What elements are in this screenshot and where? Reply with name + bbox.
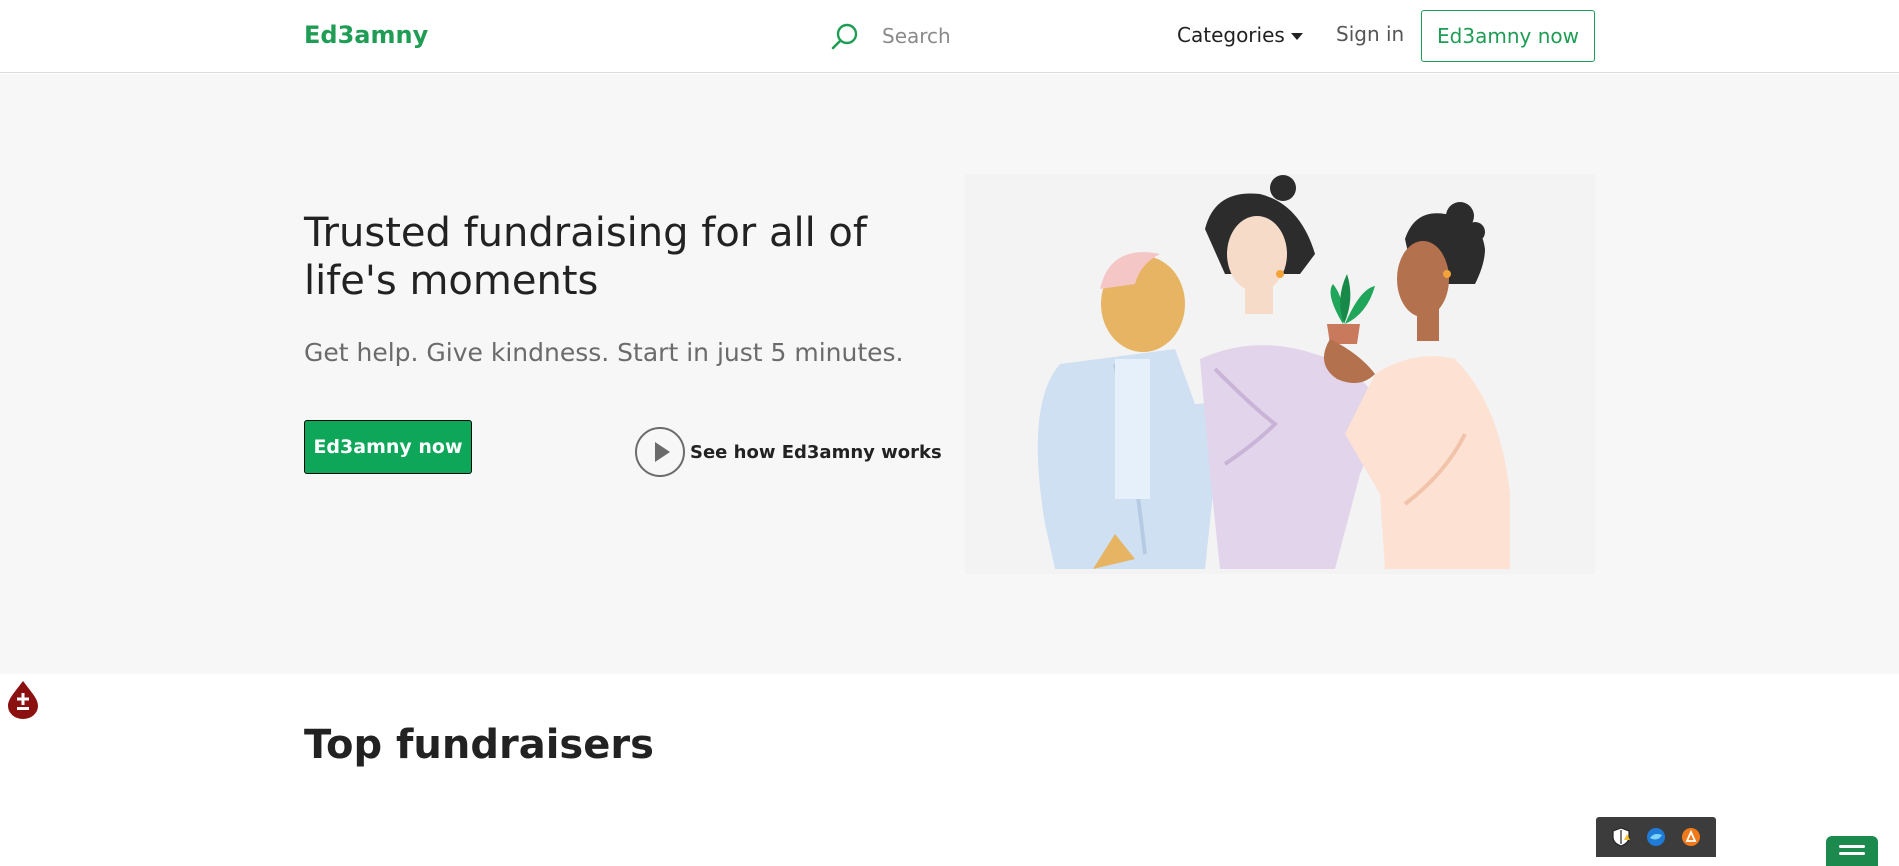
hero-subtitle: Get help. Give kindness. Start in just 5… xyxy=(304,338,904,367)
shield-icon[interactable] xyxy=(1610,826,1632,848)
hero-start-button[interactable]: Ed3amny now xyxy=(304,420,472,474)
extension-icon[interactable] xyxy=(1680,826,1702,848)
sign-in-link[interactable]: Sign in xyxy=(1336,22,1404,46)
nav-start-button[interactable]: Ed3amny now xyxy=(1421,10,1595,62)
extension-tray xyxy=(1596,817,1716,857)
plus-minus-icon[interactable] xyxy=(6,679,40,719)
chat-button[interactable] xyxy=(1826,836,1878,866)
categories-dropdown[interactable]: Categories xyxy=(1177,23,1303,47)
menu-icon xyxy=(1839,845,1865,848)
top-navbar: Ed3amny Categories Sign in Ed3amny now xyxy=(0,0,1899,73)
hero-section: Trusted fundraising for all of life's mo… xyxy=(0,74,1899,674)
play-icon xyxy=(635,427,685,477)
search-bar xyxy=(828,18,1128,54)
how-it-works-link[interactable]: See how Ed3amny works xyxy=(634,423,942,481)
how-it-works-label: See how Ed3amny works xyxy=(690,441,942,463)
search-icon[interactable] xyxy=(828,20,862,54)
brand-logo[interactable]: Ed3amny xyxy=(304,21,428,49)
top-fundraisers-title: Top fundraisers xyxy=(304,722,654,768)
categories-label: Categories xyxy=(1177,23,1285,47)
caret-down-icon xyxy=(1290,32,1303,40)
browser-icon[interactable] xyxy=(1645,826,1667,848)
hero-illustration xyxy=(965,174,1595,574)
search-input[interactable] xyxy=(882,20,1122,52)
hero-title: Trusted fundraising for all of life's mo… xyxy=(304,210,867,304)
